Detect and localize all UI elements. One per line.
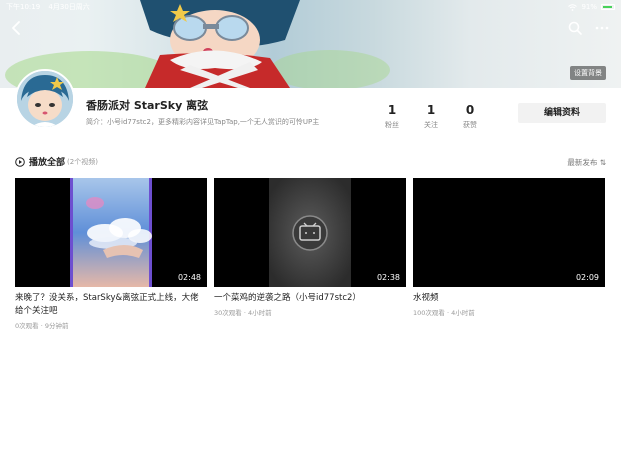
- stat-value: 1: [426, 103, 436, 117]
- set-background-button[interactable]: 设置背景: [570, 66, 606, 80]
- back-icon[interactable]: [10, 20, 24, 36]
- avatar-image: [17, 71, 73, 127]
- profile-banner: 下午10:19 4月30日周六 91% 设置背景: [0, 0, 621, 88]
- stat-following[interactable]: 1 关注: [411, 103, 451, 130]
- video-duration: 02:09: [575, 273, 599, 282]
- video-card[interactable]: 02:48 来晚了？没关系，StarSky&离弦正式上线，大佬给个关注吧 0次观…: [15, 178, 207, 330]
- stat-value: 0: [465, 103, 475, 117]
- avatar[interactable]: [15, 69, 75, 129]
- play-circle-icon: [15, 156, 25, 167]
- video-thumbnail[interactable]: 02:38: [214, 178, 406, 287]
- battery-percent: 91%: [581, 3, 597, 11]
- search-icon[interactable]: [567, 20, 583, 36]
- video-count: (2个视频): [67, 157, 98, 166]
- video-thumbnail[interactable]: 02:09: [413, 178, 605, 287]
- profile-bio: 简介：小号id77stc2，更多精彩内容详见TapTap,一个无人赏识的可怜UP…: [86, 118, 320, 126]
- stat-value: 1: [387, 103, 397, 117]
- video-duration: 02:48: [177, 273, 201, 282]
- profile-username: 香肠派对 StarSky 离弦: [86, 99, 209, 112]
- stat-label: 获赞: [463, 121, 477, 129]
- video-meta: 30次观看 · 4小时前: [214, 309, 272, 317]
- video-duration: 02:38: [376, 273, 400, 282]
- stat-likes[interactable]: 0 获赞: [450, 103, 490, 130]
- video-views: 30次观看: [214, 309, 242, 317]
- video-views: 100次观看: [413, 309, 445, 317]
- video-time: 4小时前: [451, 309, 475, 317]
- stat-fans[interactable]: 1 粉丝: [372, 103, 412, 130]
- video-meta: 100次观看 · 4小时前: [413, 309, 475, 317]
- video-title[interactable]: 一个菜鸡的逆袭之路（小号id77stc2）: [214, 292, 406, 305]
- video-thumbnail[interactable]: 02:48: [15, 178, 207, 287]
- status-date: 4月30日周六: [48, 3, 90, 11]
- video-time: 9分钟前: [44, 322, 69, 330]
- video-time: 4小时前: [247, 309, 272, 317]
- stat-label: 粉丝: [385, 121, 399, 129]
- thumbnail-tv-logo-image: [214, 178, 406, 287]
- play-all-label: 播放全部: [29, 158, 66, 168]
- edit-profile-button[interactable]: 编辑资料: [518, 103, 606, 123]
- stat-label: 关注: [424, 121, 438, 129]
- video-card[interactable]: 02:09 水视频 100次观看 · 4小时前: [413, 178, 605, 317]
- video-card[interactable]: 02:38 一个菜鸡的逆袭之路（小号id77stc2） 30次观看 · 4小时前: [214, 178, 406, 317]
- sort-latest-button[interactable]: 最新发布 ⇅: [567, 157, 606, 168]
- play-all-button[interactable]: 播放全部 (2个视频): [15, 155, 98, 168]
- video-title[interactable]: 水视频: [413, 292, 605, 305]
- video-meta: 0次观看 · 9分钟前: [15, 322, 69, 330]
- more-icon[interactable]: [594, 20, 610, 36]
- thumbnail-sky-image: [15, 178, 207, 287]
- battery-icon: [601, 4, 615, 10]
- status-time: 下午10:19: [6, 3, 41, 11]
- wifi-icon: [568, 3, 578, 11]
- status-bar: 下午10:19 4月30日周六 91%: [0, 0, 621, 14]
- video-title[interactable]: 来晚了？没关系，StarSky&离弦正式上线，大佬给个关注吧: [15, 292, 207, 318]
- video-views: 0次观看: [15, 322, 39, 330]
